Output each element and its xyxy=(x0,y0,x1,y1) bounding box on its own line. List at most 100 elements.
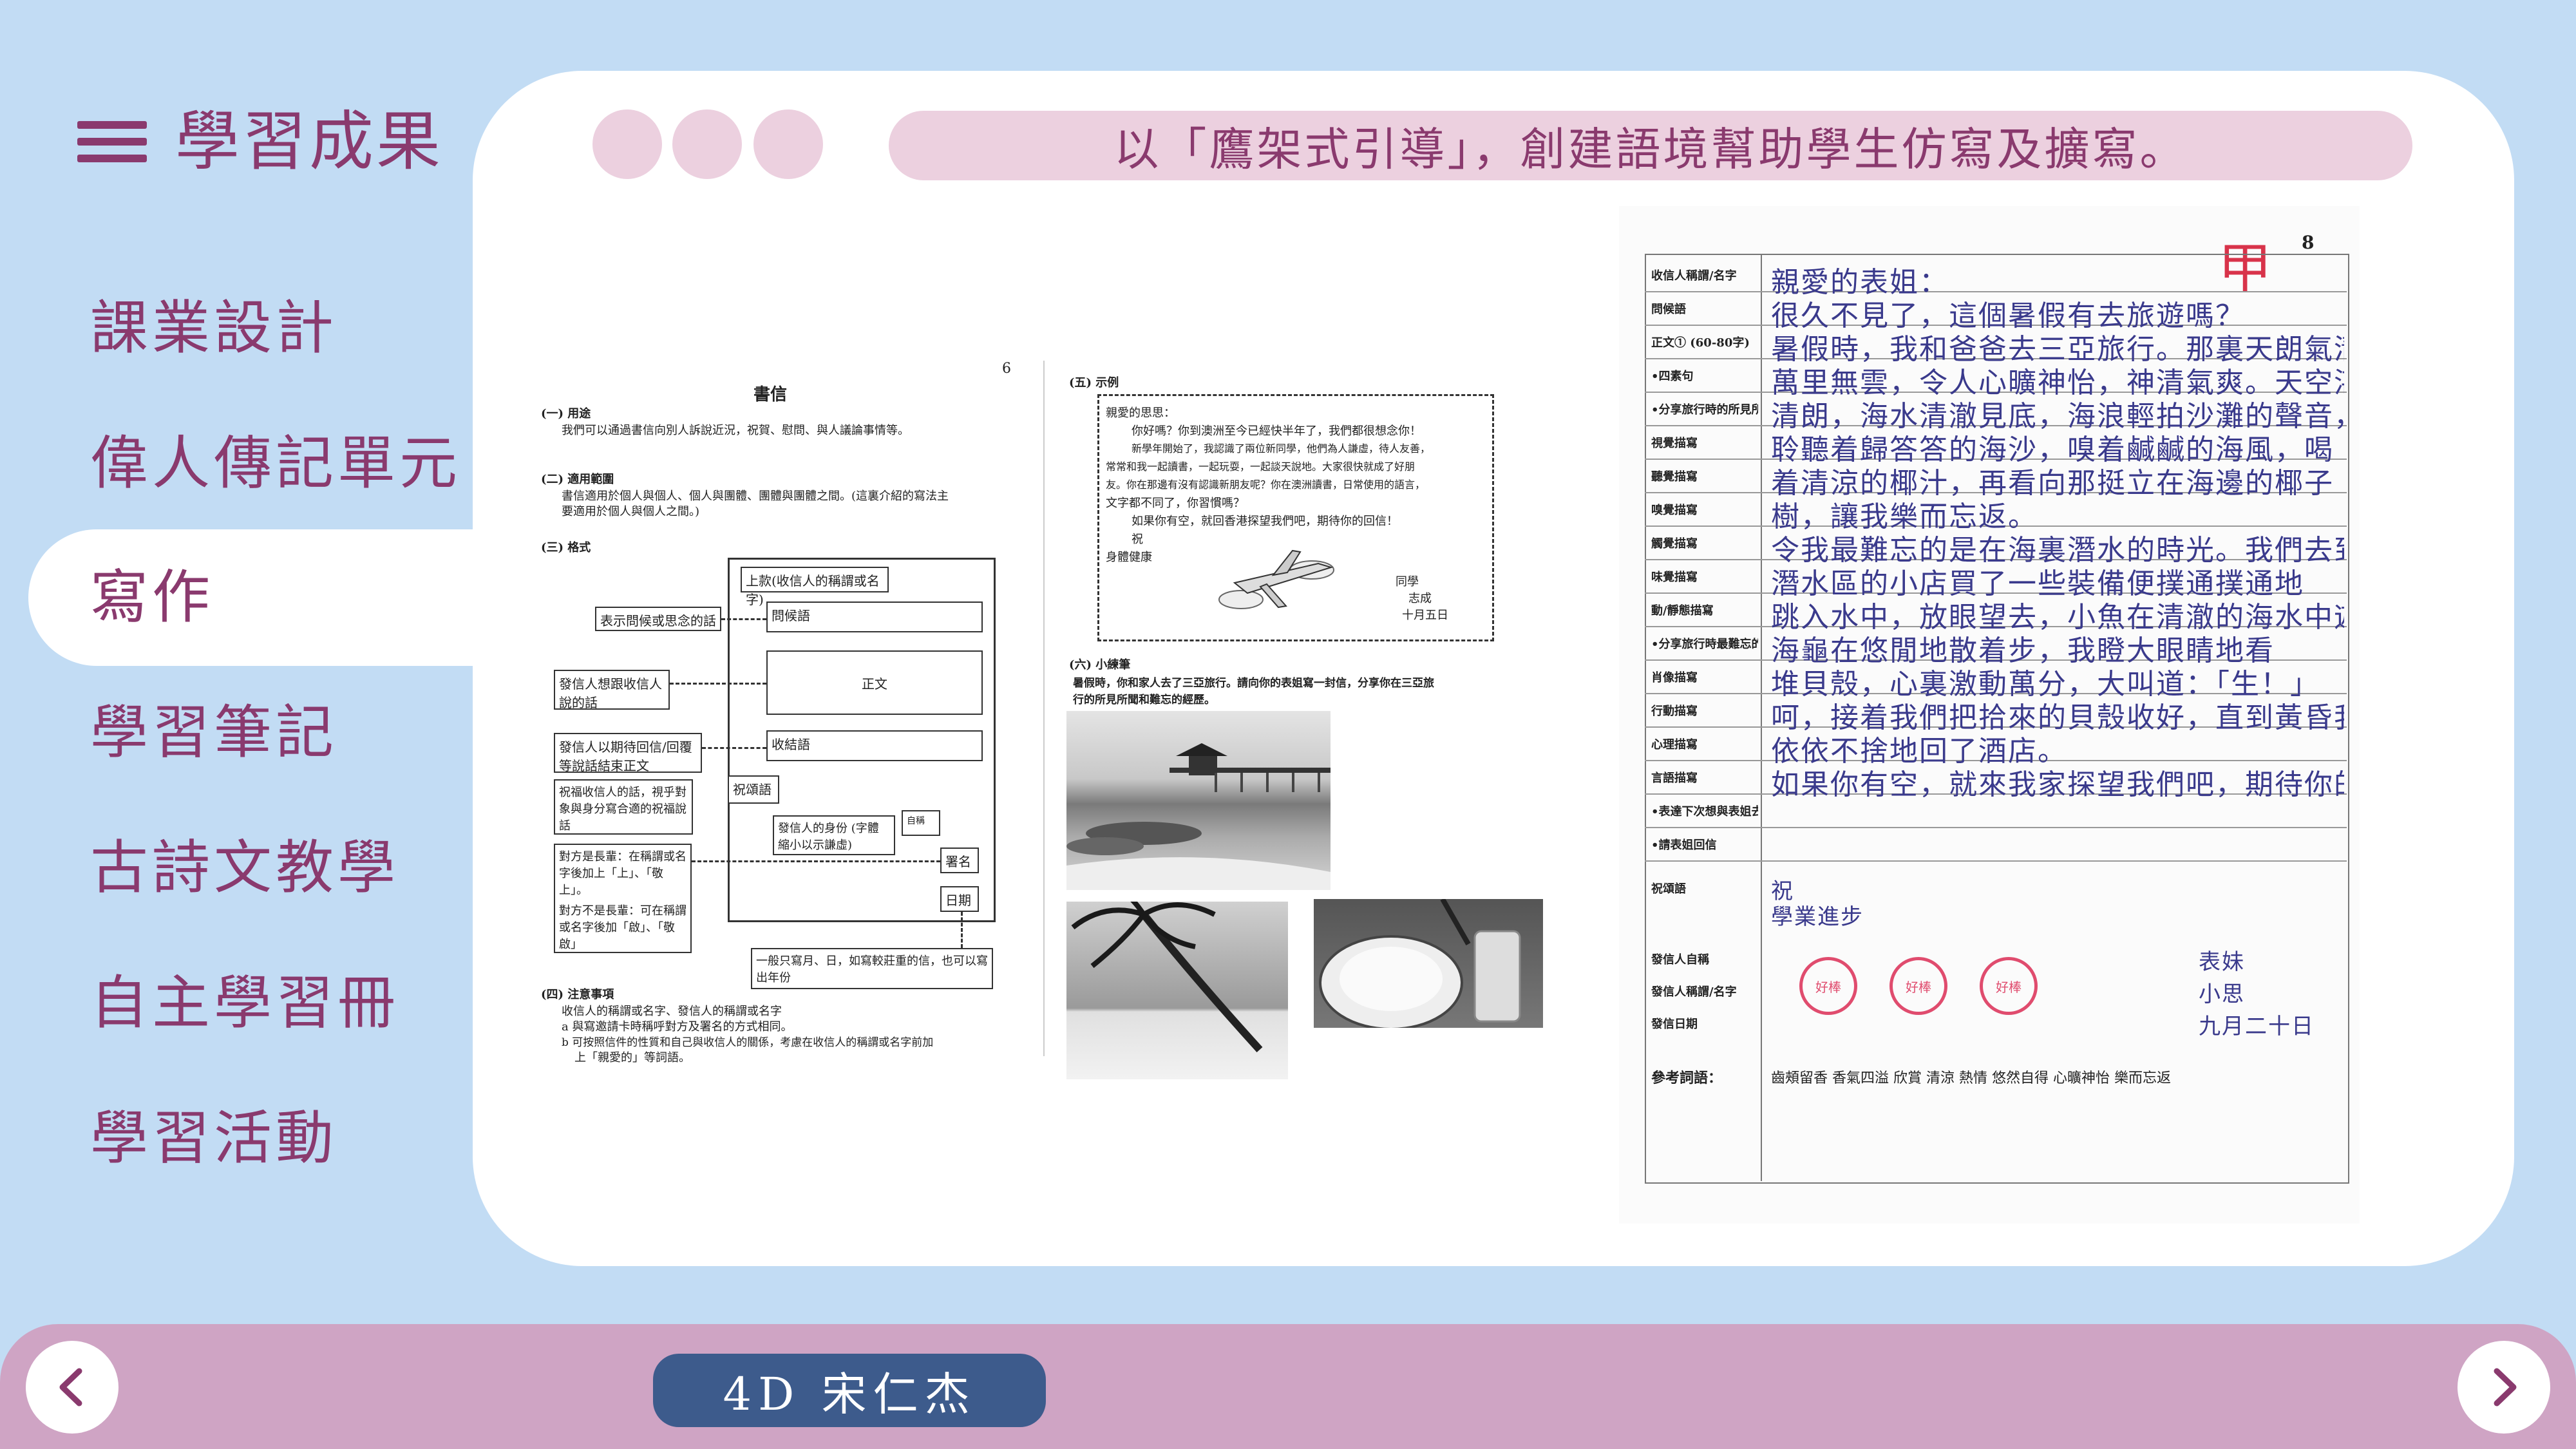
sidebar-item-self-study[interactable]: 自主學習冊 xyxy=(90,965,399,1042)
section-heading: (四) 注意事項 xyxy=(541,988,614,1001)
footer-bar xyxy=(0,1324,2576,1449)
section-text: 暑假時，你和家人去了三亞旅行。請向你的表姐寫一封信，分享你在三亞旅 xyxy=(1073,677,1434,690)
wish-box: 祝頌語 xyxy=(728,775,779,804)
section-text: 要適用於個人與個人之間。) xyxy=(562,505,700,518)
sidebar-item-biography[interactable]: 偉人傳記單元 xyxy=(90,425,461,502)
section-text: a 與寫邀請卡時稱呼對方及署名的方式相同。 xyxy=(562,1020,793,1034)
example-line: 如果你有空，就回香港探望我們吧，期待你的回信！ xyxy=(1132,515,1398,528)
annotation-body: 發信人想跟收信人說的話 xyxy=(554,670,670,710)
connector xyxy=(961,912,963,948)
footer-row-label: 祝頌語 xyxy=(1651,882,1686,896)
next-button[interactable] xyxy=(2458,1341,2550,1434)
body-box: 正文 xyxy=(766,650,983,715)
footer-row-value: 小思 xyxy=(2199,981,2245,1007)
example-line: 你好嗎？你到澳洲至今已經快半年了，我們都很想念你！ xyxy=(1132,424,1421,438)
annotation-greeting: 表示問候或思念的話 xyxy=(595,607,721,631)
row-label: 動/靜態描寫 xyxy=(1651,604,1714,618)
example-line: 祝 xyxy=(1132,533,1143,546)
chevron-left-icon xyxy=(59,1368,82,1406)
sidebar-item-classical-poetry[interactable]: 古詩文教學 xyxy=(90,829,399,907)
vocab-label: 參考詞語： xyxy=(1651,1070,1723,1086)
annotation-date: 一般只寫月、日，如寫較莊重的信，也可以寫出年份 xyxy=(751,948,993,989)
annotation-wish: 祝福收信人的話，視乎對象與身分寫合適的祝福說話 xyxy=(554,779,693,835)
example-line: 十月五日 xyxy=(1402,609,1448,622)
example-line: 親愛的思思： xyxy=(1106,406,1175,420)
annotation-peer: 對方不是長輩：可在稱謂或名字後加「啟」、「敬啟」 xyxy=(559,904,687,951)
name-box: 署名 xyxy=(940,848,979,873)
example-line: 志成 xyxy=(1408,592,1432,605)
row-label: 肖像描寫 xyxy=(1651,671,1698,685)
section-heading: (六) 小練筆 xyxy=(1069,658,1131,672)
connector xyxy=(692,860,940,862)
footer-row-label: 發信人自稱 xyxy=(1651,953,1709,967)
section-heading: (一) 用途 xyxy=(541,407,591,421)
page-number: 8 xyxy=(2302,232,2315,253)
section-text: 上「親愛的」等詞語。 xyxy=(574,1051,690,1065)
row-label: 言語描寫 xyxy=(1651,772,1698,785)
worksheet-right: 8 甲 收信人稱謂/名字 親愛的表姐： 問候語 很久不見了，這個暑假有去旅遊嗎？ 正文①… xyxy=(1619,206,2360,1224)
section-heading: (二) 適用範圍 xyxy=(541,473,614,486)
greeting-box: 問候語 xyxy=(766,601,983,632)
handwriting-line: 如果你有空，就來我家探望我們吧，期待你的回信！ xyxy=(1771,768,2344,801)
section-heading: (五) 示例 xyxy=(1069,376,1119,390)
row-label: 味覺描寫 xyxy=(1651,571,1698,584)
prev-button[interactable] xyxy=(26,1341,118,1434)
chevron-right-icon xyxy=(2494,1368,2517,1406)
row-label: 正文① (60-80字) xyxy=(1651,336,1750,350)
example-frame: 親愛的思思： 你好嗎？你到澳洲至今已經快半年了，我們都很想念你！ 新學年開始了，… xyxy=(1097,394,1494,641)
annotation-elder: 對方是長輩：在稱謂或名字後加上「上」、「敬上」。 xyxy=(559,850,687,897)
page-number: 6 xyxy=(1002,361,1011,377)
row-label: •分享旅行時最難忘的片段/活動 xyxy=(1651,638,1758,651)
section-text: 我們可以通過書信向別人訴說近況，祝賀、慰問、與人議論事情等。 xyxy=(562,424,909,437)
example-line: 同學 xyxy=(1396,575,1419,589)
section-text: b 可按照信件的性質和自己與收信人的關係，考慮在收信人的稱謂或名字前加 xyxy=(562,1036,934,1049)
grid-line xyxy=(1645,827,2347,828)
decor-dot xyxy=(753,109,823,179)
row-label: •四素句 xyxy=(1651,370,1694,383)
row-label: •表達下次想與表姐去旅行 xyxy=(1651,805,1758,819)
closing-box: 收結語 xyxy=(766,730,983,761)
coconut-drink-photo xyxy=(1314,899,1543,1028)
footer-row-value: 表妹 xyxy=(2199,949,2245,975)
section-text: 行的所見所聞和難忘的經歷。 xyxy=(1073,694,1215,706)
sidebar-item-course-design[interactable]: 課業設計 xyxy=(90,290,337,367)
decor-dot xyxy=(592,109,662,179)
sidebar-item-activities[interactable]: 學習活動 xyxy=(90,1100,337,1177)
annotation-closing: 發信人以期待回信/回覆等說話結束正文 xyxy=(554,733,702,773)
connector xyxy=(670,683,766,685)
grid-column-divider xyxy=(1761,254,1762,1181)
row-label: 觸覺描寫 xyxy=(1651,537,1698,551)
sidebar-item-notes[interactable]: 學習筆記 xyxy=(90,694,337,772)
row-label: •請表姐回信 xyxy=(1651,838,1717,852)
row-label: 視覺描寫 xyxy=(1651,437,1698,450)
airplane-icon xyxy=(1218,549,1334,609)
reward-stamp: 好棒 xyxy=(1799,957,1857,1015)
section-text: 收信人的稱謂或名字、發信人的稱謂或名字 xyxy=(562,1005,782,1018)
annotation-signature: 對方是長輩：在稱謂或名字後加上「上」、「敬上」。 對方不是長輩：可在稱謂或名字後… xyxy=(554,844,692,953)
example-line: 常常和我一起讀書，一起玩耍，一起談天說地。大家很快就成了好朋 xyxy=(1106,460,1416,473)
annotation-sender-id: 發信人的身份 (字體縮小以示謙虛) xyxy=(773,815,895,855)
worksheet-left: 6 書信 (一) 用途 我們可以通過書信向別人訴說近況，祝賀、慰問、與人議論事情… xyxy=(528,348,1546,1082)
student-name-badge: 4D 宋仁杰 xyxy=(653,1354,1046,1427)
menu-icon[interactable] xyxy=(77,121,147,162)
section-text: 書信適用於個人與個人、個人與團體、團體與團體之間。(這裏介紹的寫法主 xyxy=(562,489,949,503)
example-line: 新學年開始了，我認識了兩位新同學，他們為人謙虛，待人友善， xyxy=(1132,442,1431,455)
recipient-box: 上款(收信人的稱謂或名字) xyxy=(741,567,889,607)
example-line: 身體健康 xyxy=(1106,551,1152,564)
palm-beach-photo xyxy=(1066,902,1288,1079)
row-label: 問候語 xyxy=(1651,303,1686,316)
footer-row-value: 九月二十日 xyxy=(2199,1014,2315,1039)
caption-banner: 以「鷹架式引導」，創建語境幫助學生仿寫及擴寫。 xyxy=(889,111,2412,180)
date-box: 日期 xyxy=(940,886,979,912)
vocab-list: 齒頰留香 香氣四溢 欣賞 清涼 熱情 悠然自得 心曠神怡 樂而忘返 xyxy=(1771,1070,2171,1086)
example-line: 友。你在那邊有沒有認識新朋友呢？你在澳洲讀書，日常使用的語言， xyxy=(1106,478,1426,491)
beach-pier-photo xyxy=(1066,711,1331,890)
worksheet-title: 書信 xyxy=(753,385,788,404)
grid-line xyxy=(1645,860,2347,862)
sidebar-item-writing[interactable]: 寫作 xyxy=(90,559,214,636)
footer-row-label: 發信日期 xyxy=(1651,1018,1698,1031)
row-label: 收信人稱謂/名字 xyxy=(1651,269,1737,283)
row-label: 行動描寫 xyxy=(1651,705,1698,718)
row-label: 嗅覺描寫 xyxy=(1651,504,1698,517)
decor-dot xyxy=(672,109,742,179)
